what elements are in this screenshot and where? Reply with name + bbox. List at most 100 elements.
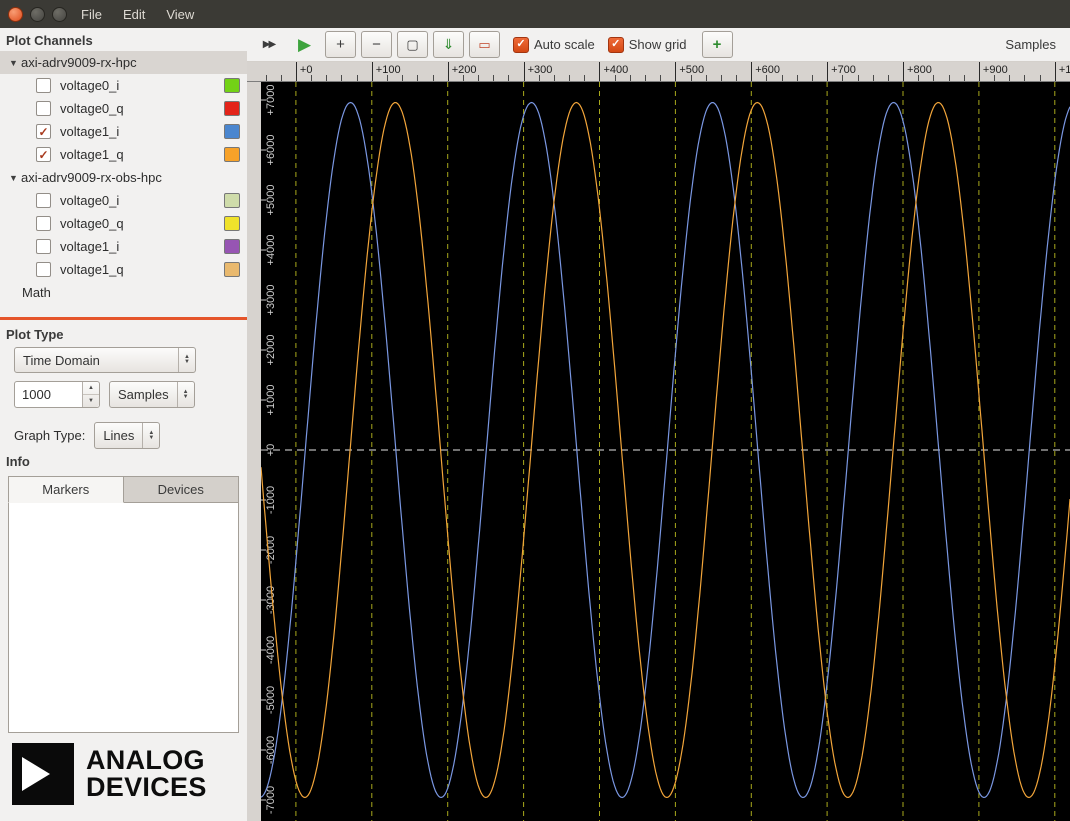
x-axis-minor-tick [1039,75,1041,81]
channel-checkbox[interactable] [36,239,51,254]
ruler-row: +0 +100 +200 +300 +400 +500 +600 +700 +800 +900 +1… [247,62,1070,82]
plot-row: +7000 +6000 +5000 +4000 +3000 +2000 +1000 +0 -10… [247,82,1070,821]
x-axis-tick: +400 [599,62,628,81]
analog-devices-logo: ANALOG DEVICES [0,733,247,821]
x-axis-minor-tick [326,75,328,81]
show-grid-toggle[interactable]: ✓ Show grid [607,36,687,53]
new-plot-button[interactable]: + [701,31,733,58]
sample-unit-combo[interactable]: Samples ▲ ▼ [109,381,195,409]
channel-label: voltage1_q [60,262,124,277]
y-axis-tick-label: -5000 [265,686,277,714]
x-axis-minor-tick [811,75,813,81]
zoom-out-button[interactable]: − [361,31,392,58]
channel-color-swatch[interactable] [224,147,240,162]
window-maximize-button[interactable] [52,6,67,22]
device-group-axi-adrv9009-rx-obs-hpc[interactable]: ▼ axi-adrv9009-rx-obs-hpc [0,166,247,189]
capture-step-button[interactable]: ▶▶ [253,31,284,58]
x-axis-tick: +100 [371,62,401,81]
expander-icon[interactable]: ▼ [6,58,21,68]
x-axis-minor-tick [432,75,434,81]
channel-checkbox[interactable] [36,78,51,93]
plot-background [261,82,1070,821]
menu-edit[interactable]: Edit [116,7,152,22]
play-button[interactable]: ▶ [289,31,320,58]
sample-count-spinner[interactable]: 1000 ▲ ▼ [14,381,100,409]
capture-frame-button[interactable]: ▭ [469,31,500,58]
chevron-up-down-icon: ▲ ▼ [176,382,194,408]
show-grid-label: Show grid [628,37,687,52]
x-axis-minor-tick [265,75,267,81]
tab-devices[interactable]: Devices [123,476,239,504]
y-axis-tick-label: +4000 [265,235,277,266]
x-axis-minor-tick [629,75,631,81]
channel-label: voltage1_i [60,239,120,254]
x-axis-minor-tick [1009,75,1011,81]
menu-file[interactable]: File [74,7,109,22]
channel-checkbox[interactable] [36,193,51,208]
channel-color-swatch[interactable] [224,124,240,139]
auto-scale-checkbox[interactable]: ✓ [513,36,529,53]
expander-icon[interactable]: ▼ [6,173,21,183]
channel-color-swatch[interactable] [224,239,240,254]
x-axis-minor-tick [933,75,935,81]
plot-type-title: Plot Type [6,326,64,342]
channel-checkbox[interactable] [36,216,51,231]
zoom-fit-button[interactable]: ▢ [397,31,428,58]
menu-view[interactable]: View [159,7,201,22]
y-axis-tick-label: +1000 [265,385,277,416]
channel-label: voltage0_q [60,101,124,116]
y-axis-tick-label: -1000 [265,486,277,514]
device-group-axi-adrv9009-rx-hpc[interactable]: ▼ axi-adrv9009-rx-hpc [0,51,247,74]
math-item[interactable]: Math [0,281,247,305]
window-minimize-button[interactable] [30,6,45,22]
channel-row-voltage0_i: voltage0_i [0,74,247,97]
x-axis-minor-tick [280,75,282,81]
channel-checkbox[interactable] [36,101,51,116]
graph-type-combo[interactable]: Lines ▲ ▼ [94,422,161,450]
x-axis-minor-tick [887,75,889,81]
main-area: ▶▶ ▶ + − ▢ ⇓ ▭ ✓ Auto scale ✓ Show grid + Samp… [247,28,1070,821]
x-axis-minor-tick [857,75,859,81]
x-axis-tick: +500 [675,62,704,81]
window-close-button[interactable] [8,6,23,22]
channel-color-swatch[interactable] [224,101,240,116]
channel-label: voltage1_i [60,124,120,139]
x-axis-minor-tick [736,75,738,81]
channel-color-swatch[interactable] [224,262,240,277]
x-axis-minor-tick [508,75,510,81]
channel-row-voltage0_q: voltage0_q [0,97,247,120]
channel-checkbox[interactable]: ✓ [36,147,51,162]
channel-color-swatch[interactable] [224,216,240,231]
zoom-in-button[interactable]: + [325,31,356,58]
x-axis-minor-tick [1024,75,1026,81]
spinner-arrows-icon[interactable]: ▲ ▼ [82,382,99,408]
x-axis-tick: +300 [523,62,552,81]
channel-checkbox[interactable] [36,262,51,277]
y-axis-tick-label: +0 [265,444,277,457]
adi-triangle-logo-icon [12,743,74,805]
x-axis-minor-tick [720,75,722,81]
x-axis-minor-tick [872,75,874,81]
waveform-plot[interactable]: +7000 +6000 +5000 +4000 +3000 +2000 +1000 +0 -10… [261,82,1070,821]
x-axis-tick: +800 [903,62,932,81]
plot-type-combo[interactable]: Time Domain ▲ ▼ [14,346,196,374]
channel-color-swatch[interactable] [224,78,240,93]
device-name: axi-adrv9009-rx-hpc [21,55,137,70]
save-capture-button[interactable]: ⇓ [433,31,464,58]
plot-channels-title: Plot Channels [6,33,93,48]
x-axis-minor-tick [705,75,707,81]
tab-markers[interactable]: Markers [8,476,124,504]
toolbar-buttons: ▶▶ ▶ + − ▢ ⇓ ▭ [253,31,500,58]
channel-color-swatch[interactable] [224,193,240,208]
x-axis-minor-tick [781,75,783,81]
auto-scale-label: Auto scale [534,37,595,52]
x-axis-tick: +900 [978,62,1008,81]
x-axis-minor-tick [645,75,646,81]
y-axis-tick-label: +3000 [265,285,277,316]
sample-unit-value: Samples [118,387,169,403]
auto-scale-toggle[interactable]: ✓ Auto scale [513,36,595,53]
show-grid-checkbox[interactable]: ✓ [607,36,624,53]
plot-type-value: Time Domain [23,352,100,368]
y-axis-tick-label: +6000 [265,135,277,166]
channel-checkbox[interactable]: ✓ [36,124,51,139]
